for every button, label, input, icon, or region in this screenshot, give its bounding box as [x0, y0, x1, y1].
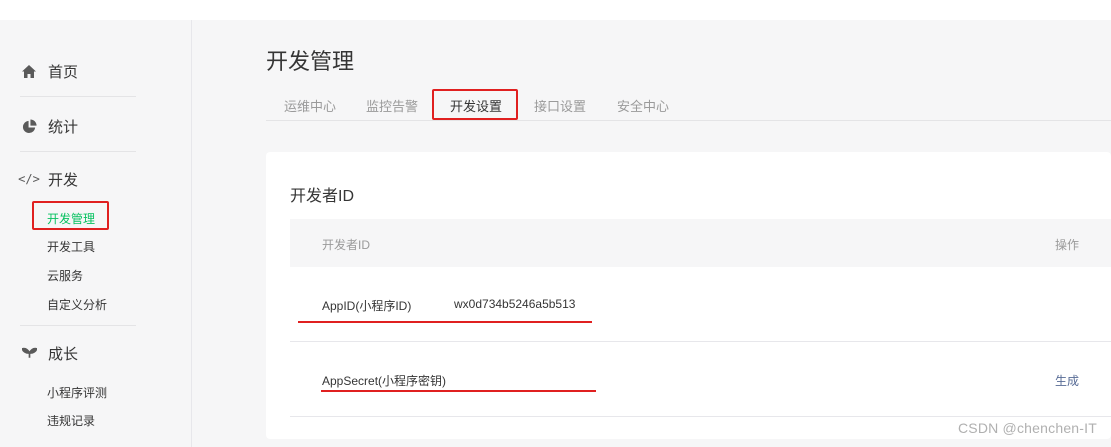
- sprout-icon: [20, 344, 38, 362]
- highlight-box: [32, 201, 109, 230]
- column-header-id: 开发者ID: [322, 238, 371, 252]
- appid-value: wx0d734b5246a5b513: [454, 297, 576, 311]
- sidebar-subitem-custom-analysis[interactable]: 自定义分析: [47, 297, 107, 313]
- generate-secret-link[interactable]: 生成: [1055, 372, 1079, 389]
- tab-bar: 运维中心 监控告警 开发设置 接口设置 安全中心: [266, 84, 1111, 121]
- table-header: 开发者ID 操作: [290, 219, 1111, 267]
- sidebar-subitem-evaluation[interactable]: 小程序评测: [47, 385, 107, 401]
- sidebar-item-label: 首页: [48, 63, 79, 81]
- page-title: 开发管理: [266, 49, 355, 74]
- sidebar-subitem-cloud[interactable]: 云服务: [47, 268, 83, 284]
- sidebar: [0, 20, 192, 447]
- tab-security-center[interactable]: 安全中心: [617, 96, 669, 115]
- sidebar-item-label: 成长: [48, 345, 79, 363]
- red-underline: [321, 390, 596, 392]
- sidebar-item-growth[interactable]: 成长: [20, 340, 136, 366]
- tab-ops-center[interactable]: 运维中心: [284, 96, 336, 115]
- sidebar-subitem-violations[interactable]: 违规记录: [47, 413, 95, 429]
- sidebar-item-stats[interactable]: 统计: [20, 113, 136, 139]
- tab-monitor-alert[interactable]: 监控告警: [366, 96, 418, 115]
- table-row: AppSecret(小程序密钥) 生成: [290, 342, 1111, 417]
- sidebar-item-label: 开发: [48, 171, 79, 189]
- sidebar-item-home[interactable]: 首页: [20, 58, 136, 84]
- card-title: 开发者ID: [290, 188, 355, 205]
- sidebar-divider: [20, 325, 136, 326]
- red-underline: [298, 321, 592, 323]
- appid-label: AppID(小程序ID): [322, 299, 412, 313]
- code-icon: </>: [18, 172, 40, 186]
- home-icon: [20, 62, 38, 80]
- highlight-box: [432, 89, 518, 120]
- sidebar-divider: [20, 151, 136, 152]
- sidebar-divider: [20, 96, 136, 97]
- pie-chart-icon: [20, 117, 38, 135]
- watermark: CSDN @chenchen-IT: [958, 420, 1097, 436]
- tab-api-settings[interactable]: 接口设置: [534, 96, 586, 115]
- sidebar-subitem-dev-tools[interactable]: 开发工具: [47, 239, 95, 255]
- column-header-action: 操作: [1054, 238, 1079, 252]
- appsecret-label: AppSecret(小程序密钥): [322, 374, 447, 388]
- sidebar-item-label: 统计: [48, 118, 79, 136]
- sidebar-item-dev[interactable]: </> 开发: [18, 166, 136, 192]
- table-row: AppID(小程序ID) wx0d734b5246a5b513: [290, 267, 1111, 342]
- developer-id-card: 开发者ID 开发者ID 操作 AppID(小程序ID) wx0d734b5246…: [266, 152, 1111, 439]
